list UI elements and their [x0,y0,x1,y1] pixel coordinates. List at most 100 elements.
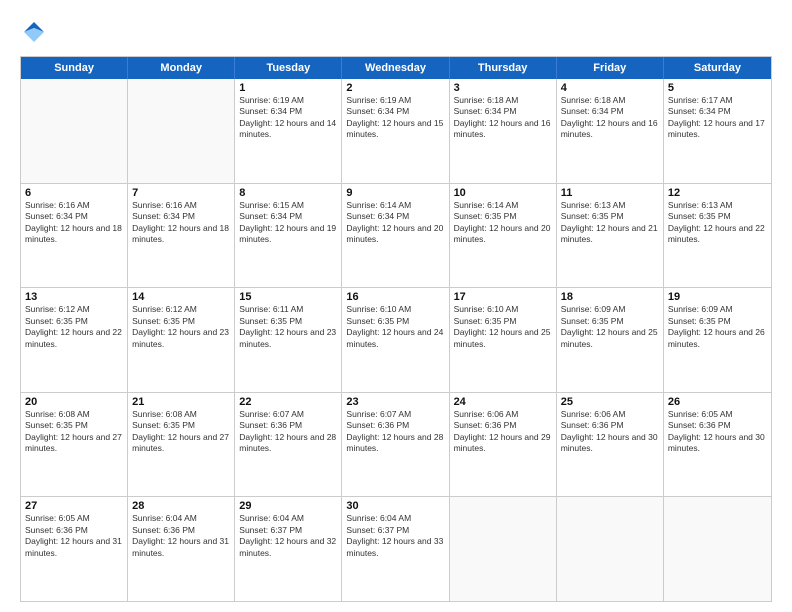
day-number: 6 [25,187,123,199]
cal-empty [128,79,235,183]
cal-day-29: 29Sunrise: 6:04 AM Sunset: 6:37 PM Dayli… [235,497,342,601]
day-number: 5 [668,82,767,94]
cal-day-10: 10Sunrise: 6:14 AM Sunset: 6:35 PM Dayli… [450,184,557,288]
cal-day-16: 16Sunrise: 6:10 AM Sunset: 6:35 PM Dayli… [342,288,449,392]
cal-day-27: 27Sunrise: 6:05 AM Sunset: 6:36 PM Dayli… [21,497,128,601]
day-info: Sunrise: 6:04 AM Sunset: 6:37 PM Dayligh… [239,513,337,559]
calendar-row-2: 6Sunrise: 6:16 AM Sunset: 6:34 PM Daylig… [21,183,771,288]
cal-day-26: 26Sunrise: 6:05 AM Sunset: 6:36 PM Dayli… [664,393,771,497]
cal-day-15: 15Sunrise: 6:11 AM Sunset: 6:35 PM Dayli… [235,288,342,392]
cal-day-1: 1Sunrise: 6:19 AM Sunset: 6:34 PM Daylig… [235,79,342,183]
day-info: Sunrise: 6:04 AM Sunset: 6:36 PM Dayligh… [132,513,230,559]
day-number: 29 [239,500,337,512]
cal-day-25: 25Sunrise: 6:06 AM Sunset: 6:36 PM Dayli… [557,393,664,497]
cal-empty [21,79,128,183]
cal-day-24: 24Sunrise: 6:06 AM Sunset: 6:36 PM Dayli… [450,393,557,497]
day-number: 17 [454,291,552,303]
day-number: 27 [25,500,123,512]
cal-day-7: 7Sunrise: 6:16 AM Sunset: 6:34 PM Daylig… [128,184,235,288]
calendar-row-1: 1 Sunrise: 6:19 AM Sunset: 6:34 PM Daylig… [21,79,771,183]
cal-day-11: 11Sunrise: 6:13 AM Sunset: 6:35 PM Dayli… [557,184,664,288]
day-info: Sunrise: 6:11 AM Sunset: 6:35 PM Dayligh… [239,304,337,350]
header-day-thursday: Thursday [450,57,557,79]
day-info: Sunrise: 6:17 AM Sunset: 6:34 PM Dayligh… [668,95,767,141]
day-number: 21 [132,396,230,408]
day-number: 15 [239,291,337,303]
day-info: Sunrise: 6:19 AM Sunset: 6:34 PM Dayligh… [346,95,444,141]
header-day-monday: Monday [128,57,235,79]
day-number: 1 [239,82,337,94]
calendar-row-5: 27Sunrise: 6:05 AM Sunset: 6:36 PM Dayli… [21,496,771,601]
day-info: Sunrise: 6:10 AM Sunset: 6:35 PM Dayligh… [454,304,552,350]
cal-day-8: 8Sunrise: 6:15 AM Sunset: 6:34 PM Daylig… [235,184,342,288]
day-number: 7 [132,187,230,199]
day-number: 9 [346,187,444,199]
day-number: 8 [239,187,337,199]
day-info: Sunrise: 6:08 AM Sunset: 6:35 PM Dayligh… [132,409,230,455]
day-info: Sunrise: 6:18 AM Sunset: 6:34 PM Dayligh… [454,95,552,141]
day-number: 24 [454,396,552,408]
day-info: Sunrise: 6:08 AM Sunset: 6:35 PM Dayligh… [25,409,123,455]
header-day-friday: Friday [557,57,664,79]
page: SundayMondayTuesdayWednesdayThursdayFrid… [0,0,792,612]
cal-day-9: 9Sunrise: 6:14 AM Sunset: 6:34 PM Daylig… [342,184,449,288]
day-number: 18 [561,291,659,303]
day-info: Sunrise: 6:10 AM Sunset: 6:35 PM Dayligh… [346,304,444,350]
cal-day-6: 6Sunrise: 6:16 AM Sunset: 6:34 PM Daylig… [21,184,128,288]
cal-day-2: 2Sunrise: 6:19 AM Sunset: 6:34 PM Daylig… [342,79,449,183]
cal-day-18: 18Sunrise: 6:09 AM Sunset: 6:35 PM Dayli… [557,288,664,392]
calendar-body: 1 Sunrise: 6:19 AM Sunset: 6:34 PM Daylig… [21,79,771,601]
cal-empty [450,497,557,601]
calendar-row-4: 20Sunrise: 6:08 AM Sunset: 6:35 PM Dayli… [21,392,771,497]
day-number: 20 [25,396,123,408]
day-info: Sunrise: 6:12 AM Sunset: 6:35 PM Dayligh… [25,304,123,350]
cal-day-14: 14Sunrise: 6:12 AM Sunset: 6:35 PM Dayli… [128,288,235,392]
header-day-sunday: Sunday [21,57,128,79]
day-info: Sunrise: 6:04 AM Sunset: 6:37 PM Dayligh… [346,513,444,559]
day-info: Sunrise: 6:13 AM Sunset: 6:35 PM Dayligh… [561,200,659,246]
day-number: 13 [25,291,123,303]
day-info: Sunrise: 6:09 AM Sunset: 6:35 PM Dayligh… [668,304,767,350]
day-info: Sunrise: 6:16 AM Sunset: 6:34 PM Dayligh… [132,200,230,246]
cal-day-17: 17Sunrise: 6:10 AM Sunset: 6:35 PM Dayli… [450,288,557,392]
day-info: Sunrise: 6:06 AM Sunset: 6:36 PM Dayligh… [561,409,659,455]
header [20,18,772,46]
day-info: Sunrise: 6:16 AM Sunset: 6:34 PM Dayligh… [25,200,123,246]
cal-day-13: 13Sunrise: 6:12 AM Sunset: 6:35 PM Dayli… [21,288,128,392]
day-number: 10 [454,187,552,199]
day-number: 22 [239,396,337,408]
day-info: Sunrise: 6:14 AM Sunset: 6:34 PM Dayligh… [346,200,444,246]
day-number: 26 [668,396,767,408]
header-day-saturday: Saturday [664,57,771,79]
cal-day-23: 23Sunrise: 6:07 AM Sunset: 6:36 PM Dayli… [342,393,449,497]
day-info: Sunrise: 6:07 AM Sunset: 6:36 PM Dayligh… [346,409,444,455]
day-info: Sunrise: 6:12 AM Sunset: 6:35 PM Dayligh… [132,304,230,350]
day-number: 30 [346,500,444,512]
day-number: 2 [346,82,444,94]
day-number: 4 [561,82,659,94]
cal-day-12: 12Sunrise: 6:13 AM Sunset: 6:35 PM Dayli… [664,184,771,288]
day-info: Sunrise: 6:06 AM Sunset: 6:36 PM Dayligh… [454,409,552,455]
day-info: Sunrise: 6:05 AM Sunset: 6:36 PM Dayligh… [668,409,767,455]
cal-day-20: 20Sunrise: 6:08 AM Sunset: 6:35 PM Dayli… [21,393,128,497]
logo-icon [20,18,48,46]
logo [20,18,54,46]
cal-day-19: 19Sunrise: 6:09 AM Sunset: 6:35 PM Dayli… [664,288,771,392]
day-number: 12 [668,187,767,199]
header-day-wednesday: Wednesday [342,57,449,79]
day-number: 19 [668,291,767,303]
day-info: Sunrise: 6:05 AM Sunset: 6:36 PM Dayligh… [25,513,123,559]
day-number: 11 [561,187,659,199]
day-number: 16 [346,291,444,303]
cal-empty [557,497,664,601]
cal-day-5: 5Sunrise: 6:17 AM Sunset: 6:34 PM Daylig… [664,79,771,183]
calendar-header: SundayMondayTuesdayWednesdayThursdayFrid… [21,57,771,79]
cal-day-30: 30Sunrise: 6:04 AM Sunset: 6:37 PM Dayli… [342,497,449,601]
cal-day-28: 28Sunrise: 6:04 AM Sunset: 6:36 PM Dayli… [128,497,235,601]
day-info: Sunrise: 6:07 AM Sunset: 6:36 PM Dayligh… [239,409,337,455]
header-day-tuesday: Tuesday [235,57,342,79]
day-number: 3 [454,82,552,94]
day-number: 23 [346,396,444,408]
cal-empty [664,497,771,601]
cal-day-21: 21Sunrise: 6:08 AM Sunset: 6:35 PM Dayli… [128,393,235,497]
